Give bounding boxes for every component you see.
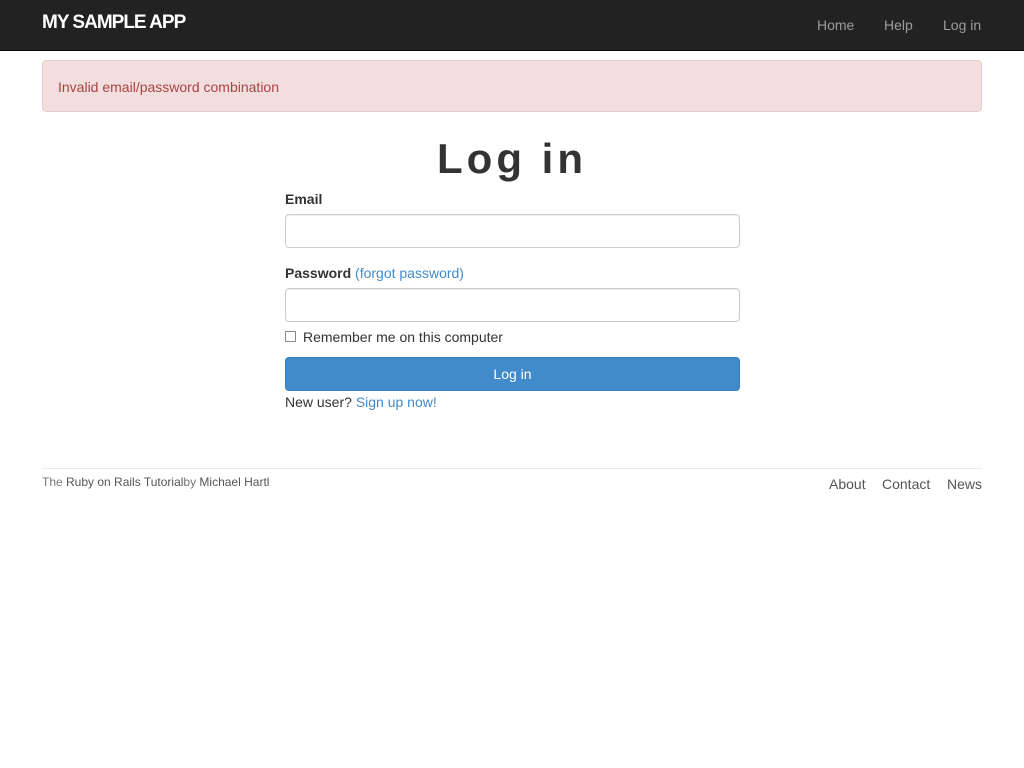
forgot-password-link[interactable]: (forgot password) <box>355 265 464 281</box>
login-submit-button[interactable]: Log in <box>285 357 740 391</box>
brand-logo-link[interactable]: MY SAMPLE APP <box>42 11 186 35</box>
signup-prompt: New user? Sign up now! <box>285 392 437 412</box>
top-navbar: MY SAMPLE APP Home Help Log in <box>0 0 1024 51</box>
footer-divider <box>42 468 982 469</box>
credit-by: by <box>183 475 200 489</box>
error-alert: Invalid email/password combination <box>42 60 982 112</box>
signup-link[interactable]: Sign up now! <box>356 394 437 410</box>
page-title: Log in <box>437 135 587 182</box>
password-label-row: Password (forgot password) <box>285 263 464 283</box>
rails-tutorial-link[interactable]: Ruby on Rails Tutorial <box>66 475 183 489</box>
nav-home-link[interactable]: Home <box>817 15 854 35</box>
password-field[interactable] <box>285 288 740 322</box>
password-label: Password <box>285 265 352 281</box>
remember-me-row: Remember me on this computer <box>285 327 503 347</box>
nav-help-link[interactable]: Help <box>884 15 913 35</box>
remember-me-label[interactable]: Remember me on this computer <box>303 329 503 345</box>
author-link[interactable]: Michael Hartl <box>199 475 269 489</box>
footer-credit: The Ruby on Rails Tutorialby Michael Har… <box>42 474 269 490</box>
footer-about-link[interactable]: About <box>829 475 866 493</box>
nav-login-link[interactable]: Log in <box>943 15 981 35</box>
email-label: Email <box>285 191 323 207</box>
footer-news-link[interactable]: News <box>947 475 982 493</box>
credit-prefix: The <box>42 475 67 489</box>
footer-contact-link[interactable]: Contact <box>882 475 930 493</box>
email-field[interactable] <box>285 214 740 248</box>
remember-me-checkbox[interactable] <box>285 331 296 343</box>
new-user-text: New user? <box>285 394 352 410</box>
